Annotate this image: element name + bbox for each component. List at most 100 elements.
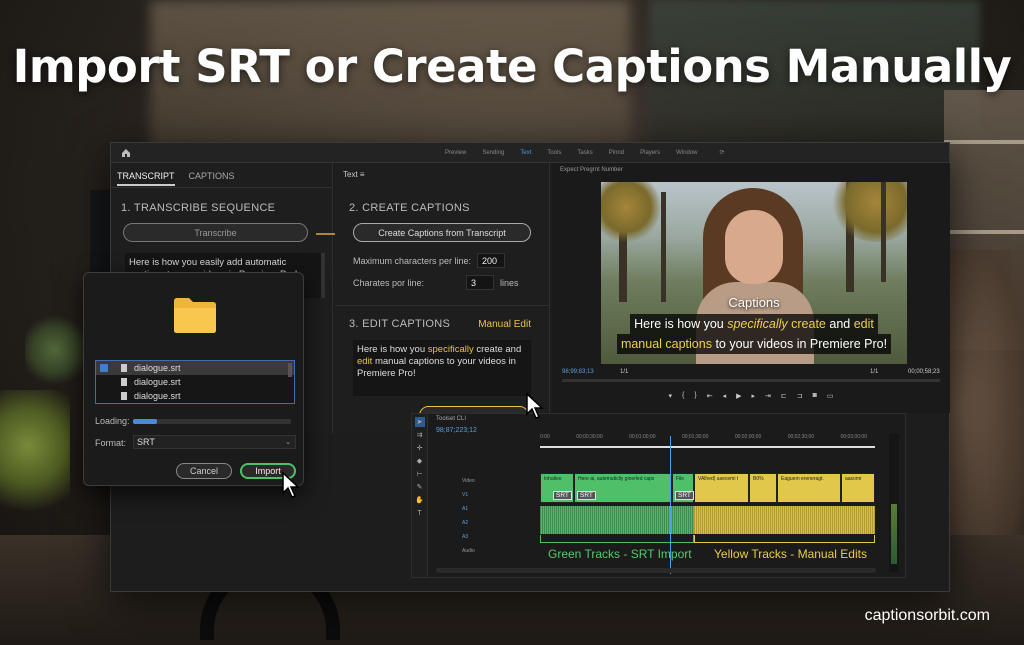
timeline-scrollbar[interactable] <box>436 568 876 573</box>
time-ruler[interactable]: 0:00 00;00;30;00 00;01;00;00 00;01;30;00… <box>540 434 867 440</box>
green-clip[interactable]: File SRT <box>672 473 694 503</box>
tab-captions[interactable]: CAPTIONS <box>189 171 235 186</box>
ruler-tick: 00;00;30;00 <box>576 434 603 440</box>
chars-per-line-row: Charates por line: 3 lines <box>353 275 533 290</box>
tab-transcript[interactable]: TRANSCRIPT <box>117 171 175 186</box>
track-label-video[interactable]: Video <box>462 474 475 488</box>
monitor-header: Expect Pregrnt Number <box>560 167 623 173</box>
nav-item-tasks[interactable]: Tasks <box>577 150 592 156</box>
nav-item-preview[interactable]: Preview <box>445 150 466 156</box>
section-transcribe-title: 1. TRANSCRIBE SEQUENCE <box>121 202 276 214</box>
file-icon <box>121 364 127 372</box>
slip-tool-icon[interactable]: ⊢ <box>415 469 425 479</box>
yellow-clip[interactable]: Eaguem ereneragt. <box>777 473 841 503</box>
chars-per-line-input[interactable]: 3 <box>466 275 495 290</box>
background-plant <box>0 390 70 530</box>
caption-line-1: Here is how you specifically create and … <box>630 314 878 334</box>
caption-highlight: specifically <box>727 317 788 331</box>
step-forward-icon[interactable]: ⇥ <box>765 392 771 400</box>
menu-icon[interactable]: ≡ <box>360 170 365 179</box>
sequence-title[interactable]: Toolset CLI <box>436 416 466 422</box>
track-label-a2[interactable]: A2 <box>462 516 475 530</box>
yellow-clip[interactable]: B0% <box>749 473 777 503</box>
type-tool-icon[interactable]: T <box>415 508 425 518</box>
folder-icon <box>174 298 216 333</box>
work-area-bar[interactable] <box>540 446 875 448</box>
tree <box>661 192 666 302</box>
woman-face <box>725 210 783 284</box>
srt-tag: SRT <box>675 491 694 500</box>
chars-per-line-label: Charates por line: <box>353 277 425 288</box>
clip-label: File <box>676 476 685 482</box>
yellow-clip[interactable]: VAlhed) asecemi t <box>694 473 749 503</box>
nav-item-pinnd[interactable]: Pinnd <box>609 150 624 156</box>
track-select-icon[interactable]: ⇉ <box>415 430 425 440</box>
max-chars-input[interactable]: 200 <box>477 253 506 268</box>
panel-header: Text ≡ <box>335 163 549 186</box>
nav-item-sending[interactable]: Sending <box>482 150 504 156</box>
frame-forward-icon[interactable]: ▸ <box>751 392 755 400</box>
caption-highlight: manual captions <box>620 337 712 351</box>
fit-selector[interactable]: 1/1 <box>620 369 628 375</box>
track-label-audio[interactable]: Audio <box>462 544 475 558</box>
in-point-icon[interactable]: { <box>682 392 684 400</box>
nav-item-window[interactable]: Window <box>676 150 697 156</box>
caption-highlight: edit <box>853 317 874 331</box>
export-frame-icon[interactable]: ◙ <box>813 392 817 400</box>
manual-edit-label: Manual Edit <box>478 319 531 330</box>
selection-tool-icon[interactable]: ➤ <box>414 417 425 427</box>
frame-back-icon[interactable]: ◂ <box>723 392 727 400</box>
sequence-timecode[interactable]: 98;87;223;12 <box>436 427 477 434</box>
top-bar: Preview Sending Text Tools Tasks Pinnd P… <box>111 143 949 163</box>
hand-tool-icon[interactable]: ✋ <box>415 495 425 505</box>
clip-label: Here ai, autemuticlly ginerled caps <box>578 476 655 482</box>
home-icon[interactable] <box>117 144 135 162</box>
transcribe-button[interactable]: Transcribe <box>123 223 308 242</box>
cancel-button[interactable]: Cancel <box>176 463 232 479</box>
file-item[interactable]: dialogue.srt <box>96 389 294 403</box>
divider <box>335 305 549 306</box>
playhead-timecode[interactable]: 98;99;83;13 <box>562 369 594 375</box>
loading-progress-fill <box>133 419 157 424</box>
file-list-scrollbar[interactable] <box>288 363 292 377</box>
marker-icon[interactable]: ▾ <box>669 392 673 400</box>
video-frame[interactable]: Captions Here is how you specifically cr… <box>601 182 907 364</box>
ripple-edit-icon[interactable]: ✛ <box>415 443 425 453</box>
green-clip[interactable]: Here ai, autemuticlly ginerled caps SRT <box>574 473 672 503</box>
nav-item-text[interactable]: Text <box>520 150 531 156</box>
create-captions-button[interactable]: Create Captions from Transcript <box>353 223 531 242</box>
nav-item-players[interactable]: Players <box>640 150 660 156</box>
checkbox-icon[interactable] <box>100 364 108 372</box>
overwrite-icon[interactable]: ⊐ <box>797 392 803 400</box>
yellow-clip[interactable]: aasomr <box>841 473 875 503</box>
file-item[interactable]: dialogue.srt <box>96 375 294 389</box>
refresh-icon[interactable]: ⟳ <box>719 149 724 156</box>
section-edit-title: 3. EDIT CAPTIONS <box>349 318 451 330</box>
insert-icon[interactable]: ⊏ <box>781 392 787 400</box>
track-label-a3[interactable]: A3 <box>462 530 475 544</box>
play-icon[interactable]: ▶ <box>736 392 741 400</box>
out-point-icon[interactable]: } <box>694 392 696 400</box>
green-clip[interactable]: Inhalieo SRT <box>540 473 574 503</box>
nav-item-tools[interactable]: Tools <box>547 150 561 156</box>
manual-caption-text[interactable]: Here is how you specifically create and … <box>353 340 531 396</box>
timeline-panel: ➤ ⇉ ✛ ◆ ⊢ ✎ ✋ T Toolset CLI 98;87;223;12… <box>411 413 906 578</box>
transcript-scrollbar[interactable] <box>321 253 325 298</box>
pen-tool-icon[interactable]: ✎ <box>415 482 425 492</box>
step-back-icon[interactable]: ⇤ <box>707 392 713 400</box>
background-plant-small <box>25 310 85 390</box>
captions-panel: Text ≡ 2. CREATE CAPTIONS Create Caption… <box>335 163 550 433</box>
zoom-selector[interactable]: 1/1 <box>870 369 878 375</box>
highlight-segment: edit <box>357 356 373 367</box>
caption-line-2: manual captions to your videos in Premie… <box>616 334 892 354</box>
audio-waveform-yellow[interactable] <box>694 506 875 534</box>
clip-label: B0% <box>753 476 764 482</box>
razor-tool-icon[interactable]: ◆ <box>415 456 425 466</box>
track-label-v1[interactable]: V1 <box>462 488 475 502</box>
scrub-bar[interactable] <box>562 379 940 382</box>
file-item[interactable]: dialogue.srt <box>96 361 294 375</box>
highlight-segment: specifically <box>427 344 474 355</box>
compare-icon[interactable]: ▭ <box>827 392 834 400</box>
format-select[interactable]: SRT ⌄ <box>133 435 296 449</box>
track-label-a1[interactable]: A1 <box>462 502 475 516</box>
